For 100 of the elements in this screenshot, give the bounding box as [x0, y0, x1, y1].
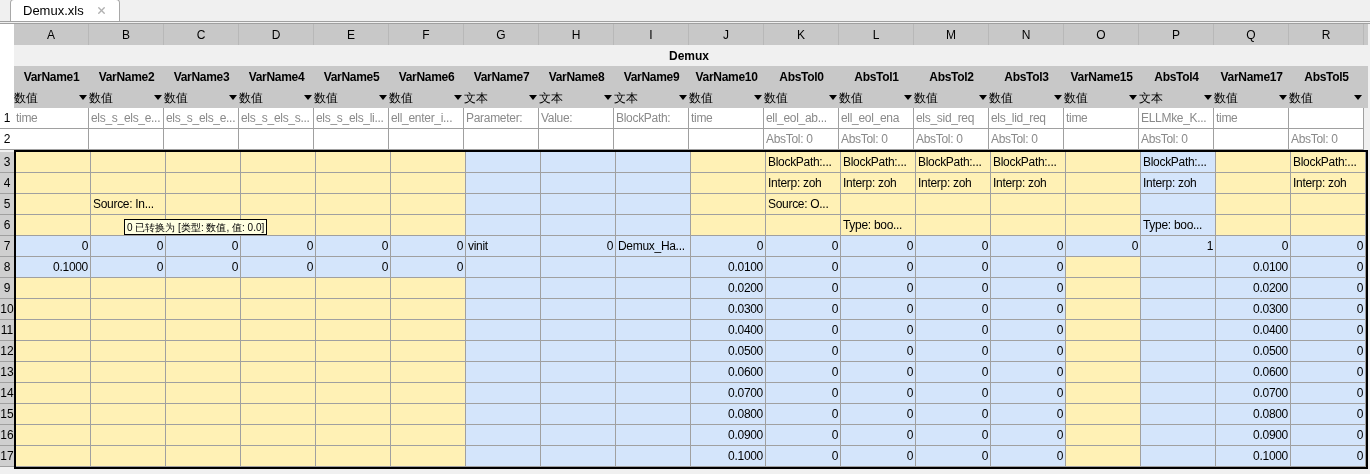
variable-name[interactable]: AbsTol2 [914, 66, 989, 87]
table-cell: 0 [916, 425, 991, 446]
table-cell: AbsTol: 0 [1289, 129, 1364, 150]
variable-name[interactable]: VarName6 [389, 66, 464, 87]
table-cell: 0 [841, 257, 916, 278]
table-cell: 0 [1291, 320, 1366, 341]
row-number[interactable]: 5 [0, 194, 14, 215]
variable-name[interactable]: VarName3 [164, 66, 239, 87]
row-number[interactable]: 6 [0, 215, 14, 236]
type-dropdown[interactable]: 文本 [1139, 87, 1214, 108]
type-dropdown[interactable]: 数值 [14, 87, 89, 108]
type-dropdown[interactable]: 数值 [1289, 87, 1364, 108]
row-number[interactable]: 12 [0, 341, 14, 362]
table-cell: ell_enter_i... [389, 108, 464, 129]
table-cell: 0.0700 [691, 383, 766, 404]
variable-name[interactable]: VarName7 [464, 66, 539, 87]
variable-name[interactable]: AbsTol0 [764, 66, 839, 87]
table-cell: ell_eol_ab... [764, 108, 839, 129]
type-dropdown[interactable]: 数值 [989, 87, 1064, 108]
row-number[interactable]: 3 [0, 152, 14, 173]
caret-icon [379, 95, 387, 100]
table-cell: 0 [1291, 446, 1366, 467]
type-dropdown[interactable]: 数值 [389, 87, 464, 108]
table-cell: 0 [1291, 236, 1366, 257]
row-number[interactable]: 16 [0, 425, 14, 446]
row-number[interactable]: 4 [0, 173, 14, 194]
row-number[interactable]: 9 [0, 278, 14, 299]
table-cell: els_s_els_e... [164, 108, 239, 129]
table-cell: Interp: zoh [991, 173, 1066, 194]
type-dropdown[interactable]: 数值 [164, 87, 239, 108]
type-dropdown[interactable]: 数值 [839, 87, 914, 108]
variable-name[interactable]: VarName17 [1214, 66, 1289, 87]
variable-name[interactable]: VarName4 [239, 66, 314, 87]
table-cell: 0.0600 [691, 362, 766, 383]
variable-name[interactable]: VarName15 [1064, 66, 1139, 87]
type-dropdown[interactable]: 文本 [539, 87, 614, 108]
type-dropdown[interactable]: 数值 [689, 87, 764, 108]
row-number[interactable]: 10 [0, 299, 14, 320]
type-dropdown[interactable]: 数值 [239, 87, 314, 108]
row-number[interactable]: 1 [0, 108, 14, 129]
file-tab[interactable]: Demux.xls [10, 0, 120, 21]
table-cell: AbsTol: 0 [764, 129, 839, 150]
type-dropdown[interactable]: 数值 [1214, 87, 1289, 108]
table-cell: 0.0900 [1216, 425, 1291, 446]
type-dropdown[interactable]: 数值 [1064, 87, 1139, 108]
table-cell: 0 [766, 425, 841, 446]
table-cell: 0 [766, 383, 841, 404]
variable-name[interactable]: VarName1 [14, 66, 89, 87]
row-number[interactable]: 17 [0, 446, 14, 467]
table-cell: Interp: zoh [916, 173, 991, 194]
variable-name[interactable]: AbsTol1 [839, 66, 914, 87]
variable-name[interactable]: VarName8 [539, 66, 614, 87]
variable-name[interactable]: AbsTol4 [1139, 66, 1214, 87]
row-number[interactable]: 13 [0, 362, 14, 383]
table-cell: AbsTol: 0 [989, 129, 1064, 150]
variable-name[interactable]: VarName5 [314, 66, 389, 87]
caret-icon [904, 95, 912, 100]
table-cell: 0 [841, 446, 916, 467]
table-cell: 0 [991, 257, 1066, 278]
row-number[interactable]: 15 [0, 404, 14, 425]
variable-name[interactable]: AbsTol3 [989, 66, 1064, 87]
tooltip: 0 已转换为 [类型: 数值, 值: 0.0] [124, 219, 268, 235]
variable-name[interactable]: AbsTol5 [1289, 66, 1364, 87]
type-dropdown[interactable]: 数值 [89, 87, 164, 108]
table-cell: vinit [466, 236, 541, 257]
variable-name[interactable]: VarName10 [689, 66, 764, 87]
type-dropdown[interactable]: 文本 [464, 87, 539, 108]
caret-icon [604, 95, 612, 100]
table-cell: 0 [916, 236, 991, 257]
row-number[interactable]: 11 [0, 320, 14, 341]
table-cell: 0.0500 [691, 341, 766, 362]
table-cell: 0 [991, 341, 1066, 362]
table-cell: Interp: zoh [1291, 173, 1366, 194]
table-cell: 0 [991, 404, 1066, 425]
type-dropdown[interactable]: 数值 [314, 87, 389, 108]
table-cell: time [1064, 108, 1139, 129]
table-cell: Parameter: [464, 108, 539, 129]
row-number[interactable]: 7 [0, 236, 14, 257]
type-dropdown[interactable]: 文本 [614, 87, 689, 108]
table-cell: 0 [766, 362, 841, 383]
type-dropdown[interactable]: 数值 [764, 87, 839, 108]
table-cell: 0.1000 [691, 446, 766, 467]
variable-name[interactable]: VarName9 [614, 66, 689, 87]
table-cell: 0 [841, 320, 916, 341]
table-cell: 0 [766, 446, 841, 467]
table-cell: BlockPath: [614, 108, 689, 129]
row-number[interactable]: 8 [0, 257, 14, 278]
table-cell: 0 [541, 236, 616, 257]
row-number[interactable]: 14 [0, 383, 14, 404]
variable-name[interactable]: VarName2 [89, 66, 164, 87]
table-cell: 0 [916, 320, 991, 341]
table-cell: 0.1000 [1216, 446, 1291, 467]
table-cell: ELLMke_K... [1139, 108, 1214, 129]
caret-icon [454, 95, 462, 100]
close-icon[interactable] [95, 5, 107, 16]
table-cell: 0 [91, 236, 166, 257]
row-number[interactable]: 2 [0, 129, 14, 150]
type-dropdown[interactable]: 数值 [914, 87, 989, 108]
table-cell: 0 [1066, 236, 1141, 257]
table-cell: 0 [766, 299, 841, 320]
